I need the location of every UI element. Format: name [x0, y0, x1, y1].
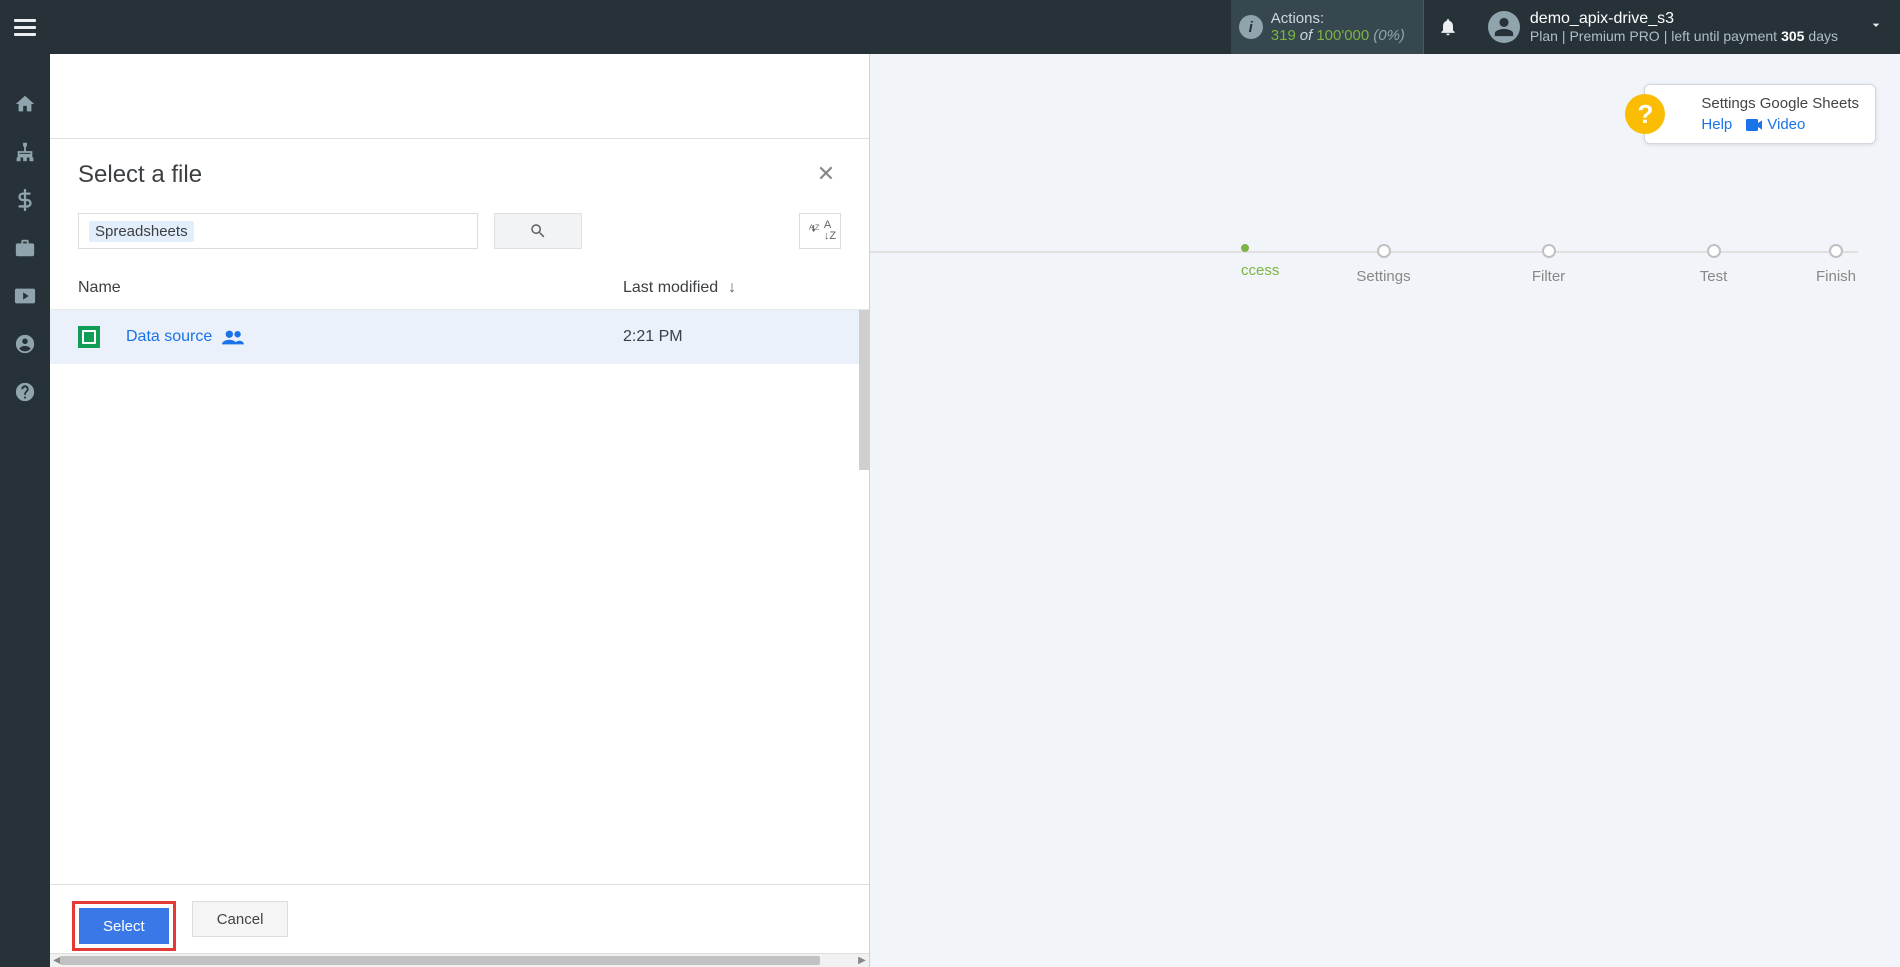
sidebar-tools[interactable]	[0, 228, 50, 268]
wizard-step-filter[interactable]: Filter	[1466, 244, 1631, 285]
sort-arrow-down-icon: ↓	[728, 279, 736, 297]
actions-counter[interactable]: i Actions: 319 of 100'000 (0%)	[1231, 0, 1424, 54]
file-list[interactable]: Data source 2:21 PM	[50, 310, 869, 884]
bell-icon	[1438, 17, 1458, 37]
user-name: demo_apix-drive_s3	[1530, 10, 1838, 28]
horizontal-scrollbar[interactable]: ◀ ▶	[50, 953, 869, 967]
cancel-button[interactable]: Cancel	[192, 901, 289, 937]
close-button[interactable]: ✕	[811, 161, 841, 187]
scrollbar-thumb[interactable]	[60, 956, 820, 965]
hamburger-icon	[14, 19, 36, 36]
notifications-button[interactable]	[1424, 17, 1472, 37]
filter-chip-label: Spreadsheets	[89, 221, 194, 242]
wizard-step-access[interactable]: ccess	[1241, 244, 1301, 279]
sidebar-help[interactable]	[0, 372, 50, 412]
sidebar-video[interactable]	[0, 276, 50, 316]
picker-title: Select a file	[78, 161, 202, 189]
wizard-step-test[interactable]: Test	[1631, 244, 1796, 285]
plan-prefix: Plan |	[1530, 28, 1566, 44]
wizard-step-label: Settings	[1356, 268, 1410, 285]
actions-of: of	[1300, 27, 1313, 44]
help-link[interactable]: Help	[1701, 116, 1732, 133]
user-circle-icon	[14, 333, 36, 355]
close-icon: ✕	[817, 161, 835, 186]
avatar-icon	[1488, 11, 1520, 43]
picker-top-blank	[50, 54, 869, 139]
dollar-icon	[14, 189, 36, 211]
user-menu[interactable]: demo_apix-drive_s3 Plan | Premium PRO | …	[1472, 10, 1900, 44]
days-word: days	[1808, 28, 1838, 44]
search-button[interactable]	[494, 213, 582, 249]
wizard-step-settings[interactable]: Settings	[1301, 244, 1466, 285]
file-row[interactable]: Data source 2:21 PM	[50, 310, 869, 364]
sidebar-home[interactable]	[0, 84, 50, 124]
info-icon: i	[1239, 15, 1263, 39]
actions-label: Actions:	[1271, 10, 1405, 27]
video-link[interactable]: Video	[1746, 116, 1805, 133]
briefcase-icon	[14, 237, 36, 259]
top-header: i Actions: 319 of 100'000 (0%) demo_apix…	[0, 0, 1900, 54]
filter-chip-input[interactable]: Spreadsheets	[78, 213, 478, 249]
select-button-highlight: Select	[72, 901, 176, 951]
sidebar-account[interactable]	[0, 324, 50, 364]
youtube-icon	[14, 285, 36, 307]
list-header: Name Last modified ↓	[50, 265, 869, 310]
svg-text:Z: Z	[815, 222, 820, 231]
column-header-name[interactable]: Name	[78, 279, 623, 297]
home-icon	[14, 93, 36, 115]
sort-az-icon: AZ	[804, 221, 824, 241]
days-left: 305	[1781, 28, 1804, 44]
help-question-icon: ?	[1625, 94, 1665, 134]
vertical-scrollbar[interactable]	[859, 310, 869, 470]
main-area: ? Settings Google Sheets Help Video cces…	[50, 54, 1900, 967]
wizard-step-label: Filter	[1532, 268, 1565, 285]
google-sheets-icon	[78, 326, 100, 348]
help-card: ? Settings Google Sheets Help Video	[1644, 84, 1876, 144]
wizard-step-finish[interactable]: Finish	[1796, 244, 1876, 285]
search-icon	[529, 222, 547, 240]
column-header-modified[interactable]: Last modified ↓	[623, 279, 736, 297]
scroll-right-arrow-icon: ▶	[855, 954, 869, 967]
select-button[interactable]: Select	[79, 908, 169, 944]
wizard-step-label: Test	[1700, 268, 1728, 285]
shared-icon	[222, 329, 244, 345]
menu-toggle-button[interactable]	[0, 0, 50, 54]
sitemap-icon	[14, 141, 36, 163]
file-modified: 2:21 PM	[623, 328, 683, 346]
sort-az-button[interactable]: AZ A↓Z	[799, 213, 841, 249]
plan-suffix: | left until payment	[1664, 28, 1777, 44]
sidebar-connections[interactable]	[0, 132, 50, 172]
wizard-step-label: ccess	[1241, 262, 1279, 279]
plan-name: Premium PRO	[1569, 28, 1659, 44]
question-circle-icon	[14, 381, 36, 403]
actions-used: 319	[1271, 27, 1296, 44]
wizard-step-label: Finish	[1816, 268, 1856, 285]
chevron-down-icon	[1868, 17, 1884, 38]
file-name: Data source	[126, 328, 212, 346]
file-picker-panel: Select a file ✕ Spreadsheets AZ A↓Z Name…	[50, 54, 870, 967]
left-sidebar	[0, 54, 50, 967]
actions-percent: (0%)	[1373, 27, 1405, 44]
sidebar-billing[interactable]	[0, 180, 50, 220]
help-card-title: Settings Google Sheets	[1701, 95, 1859, 112]
actions-total: 100'000	[1316, 27, 1369, 44]
video-icon	[1746, 119, 1762, 131]
